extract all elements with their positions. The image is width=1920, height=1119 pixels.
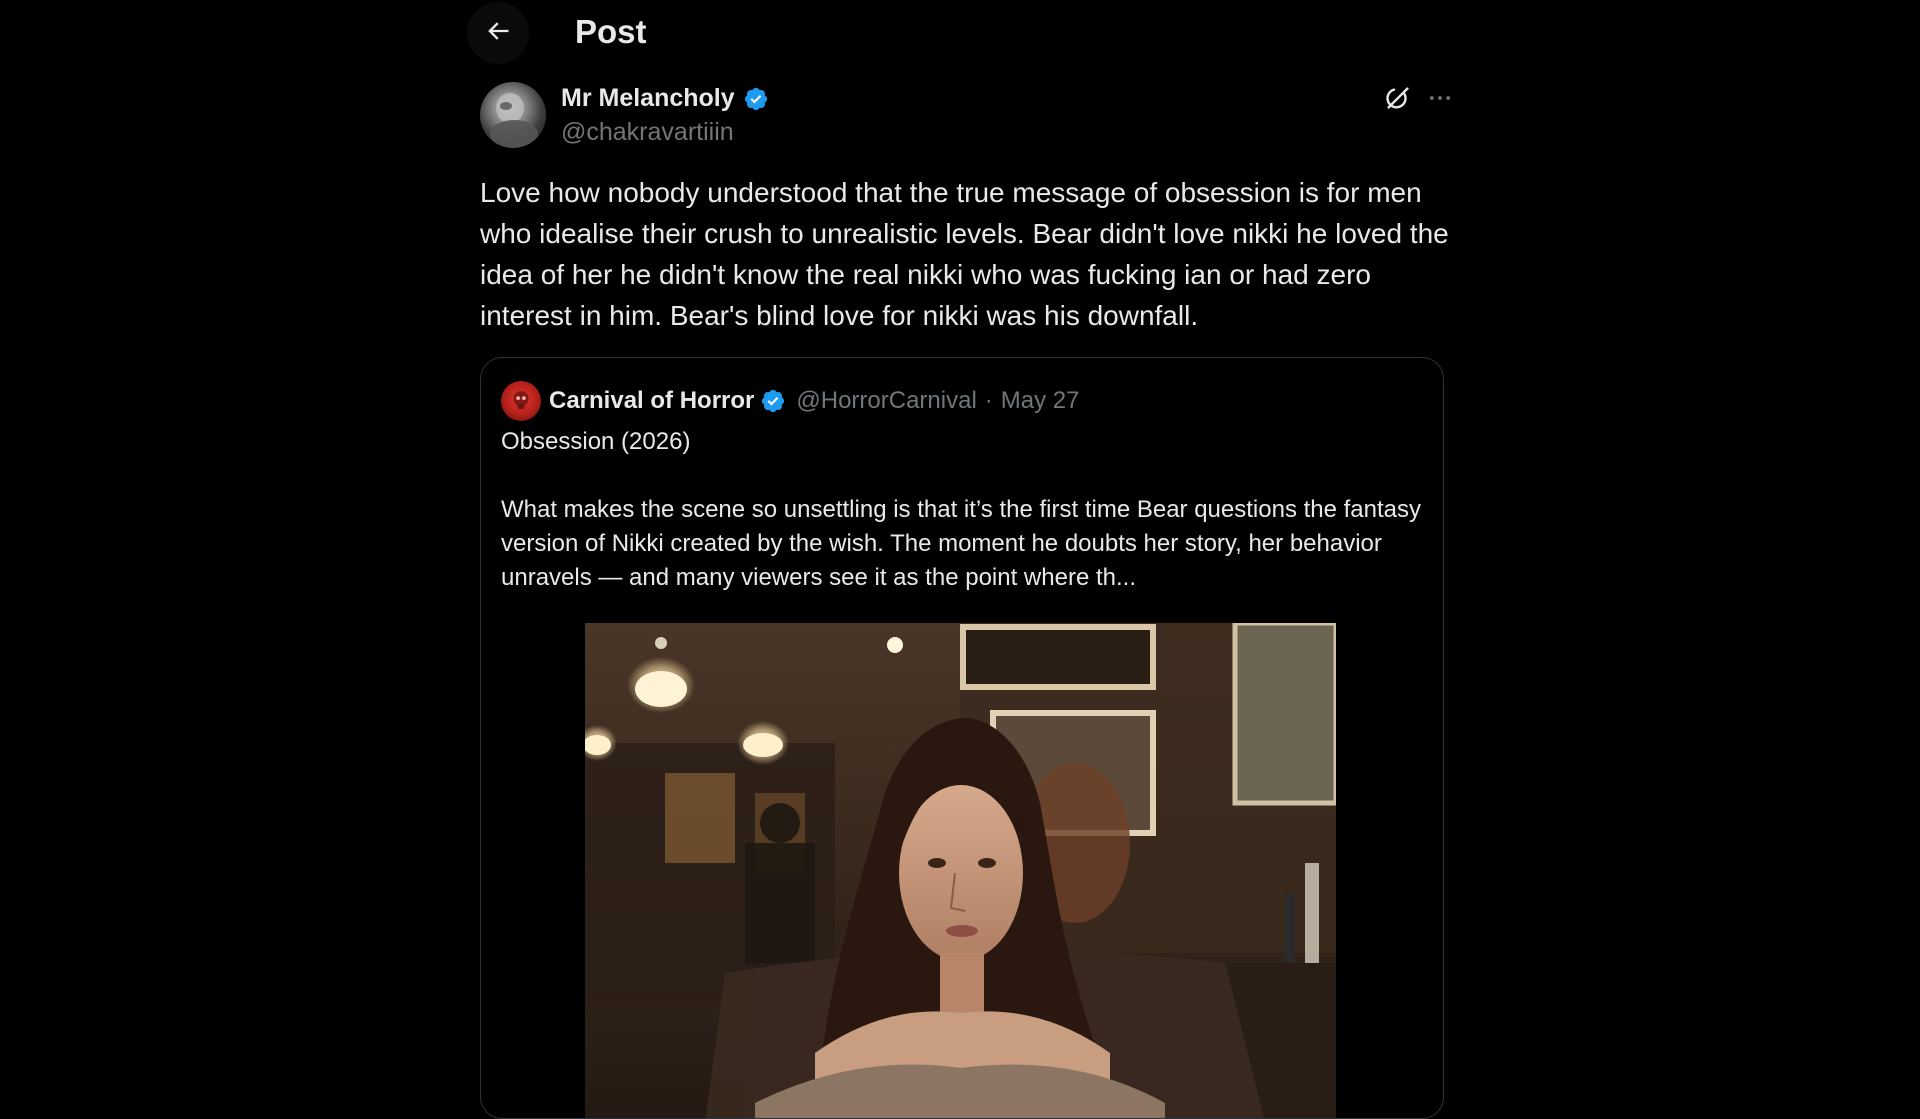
page-title: Post [575, 13, 647, 50]
author-name[interactable]: Mr Melancholy [561, 84, 735, 113]
quoted-post-title: Obsession (2026) [501, 428, 691, 455]
separator-dot: · [984, 387, 993, 414]
author-avatar[interactable] [480, 82, 546, 148]
quoted-post-card[interactable]: Carnival of Horror @HorrorCarnival · May… [480, 357, 1444, 1119]
post-text: Love how nobody understood that the true… [480, 177, 1449, 331]
author-handle[interactable]: @chakravartiiin [561, 118, 734, 147]
quoted-author-name[interactable]: Carnival of Horror [549, 387, 754, 415]
quoted-author-avatar[interactable] [501, 381, 541, 421]
author-name-row[interactable]: Mr Melancholy [561, 84, 769, 113]
quoted-author-handle[interactable]: @HorrorCarnival [796, 387, 976, 415]
post-header: Post [465, 0, 1445, 66]
post-author-row: Mr Melancholy @chakravartiiin [480, 82, 1451, 152]
grok-icon [1383, 83, 1413, 118]
back-button[interactable] [467, 2, 529, 64]
grok-button[interactable] [1380, 82, 1416, 118]
quoted-post-date[interactable]: May 27 [1001, 387, 1080, 415]
more-button[interactable] [1422, 82, 1458, 118]
more-icon [1426, 84, 1454, 117]
arrow-left-icon [484, 17, 512, 50]
quoted-post-body: What makes the scene so unsettling is th… [501, 496, 1422, 591]
quoted-post-media[interactable] [585, 623, 1336, 1118]
verified-badge-icon [760, 388, 786, 414]
verified-badge-icon [743, 86, 769, 112]
film-still-image [585, 623, 1336, 1118]
post-column: Post Mr Melancholy @chakravartiiin Love … [465, 0, 1451, 1119]
quoted-post-header: Carnival of Horror @HorrorCarnival · May… [501, 380, 1079, 422]
